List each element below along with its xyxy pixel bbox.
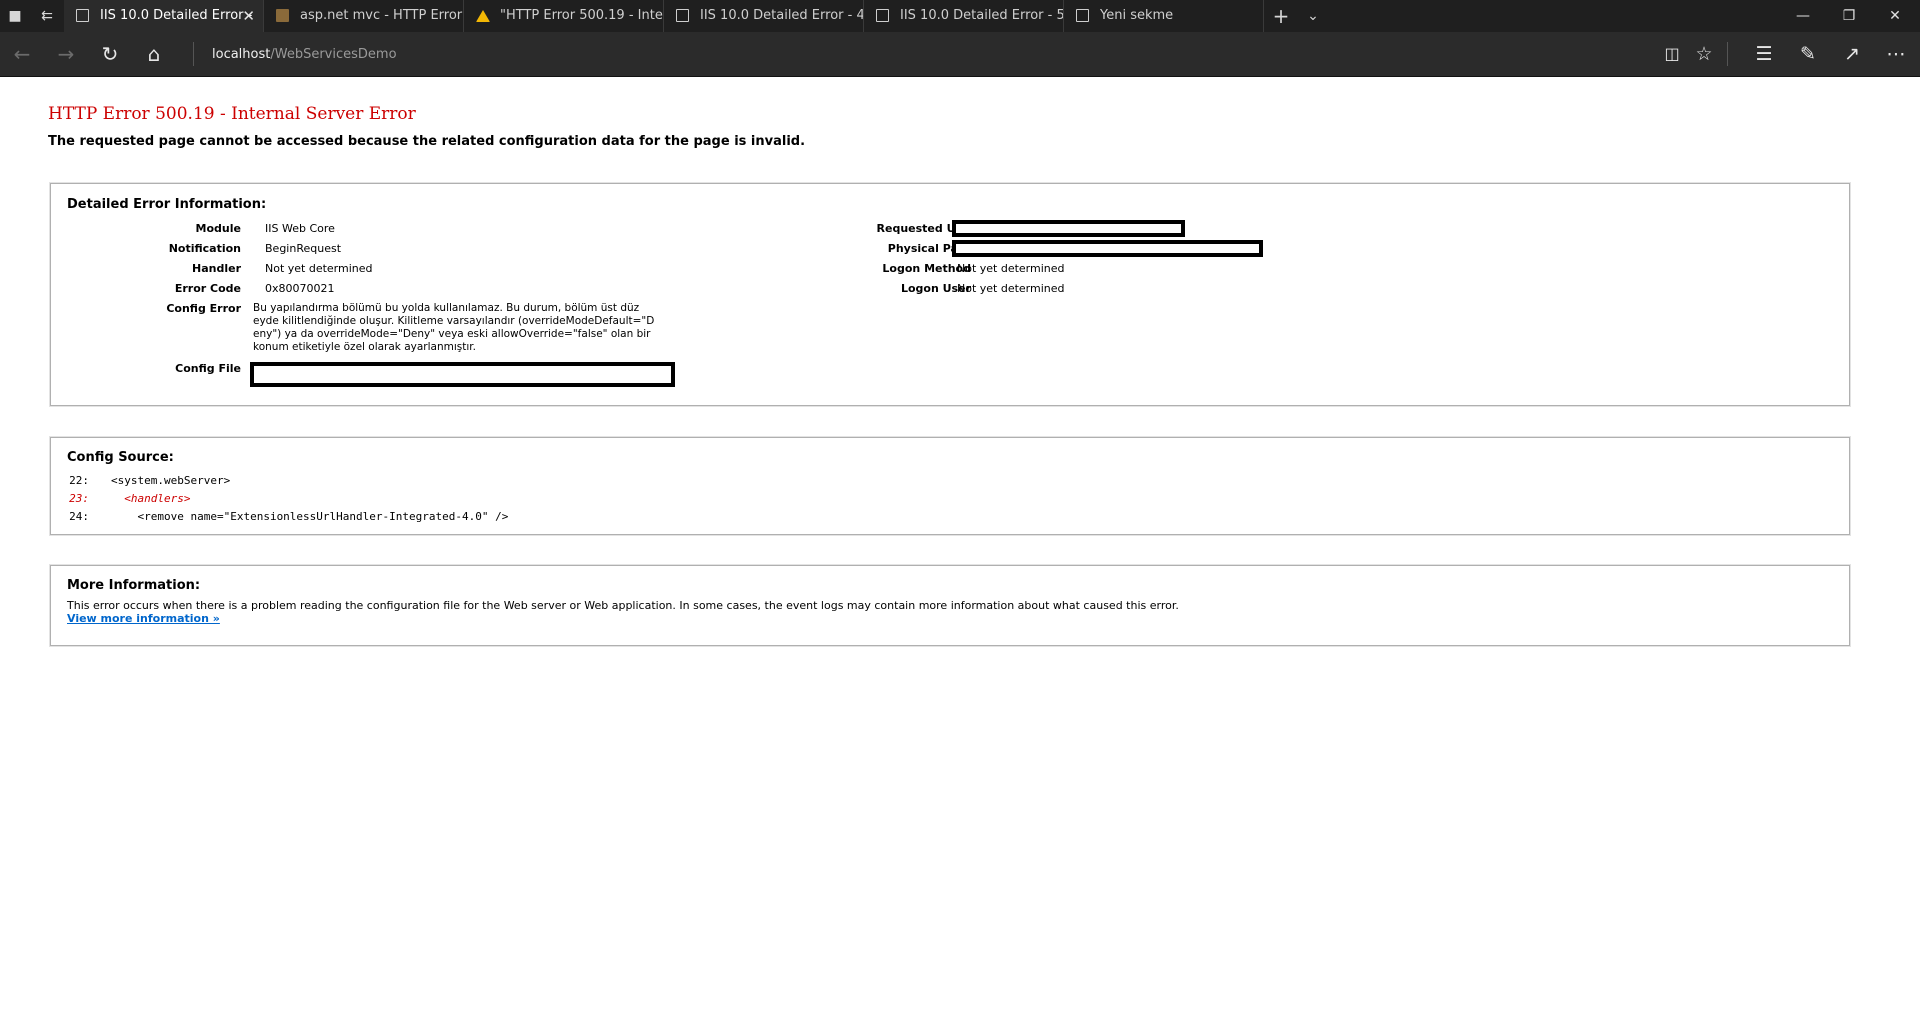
config-file-label: Config File (175, 362, 241, 375)
notification-value: BeginRequest (265, 242, 342, 255)
detail-heading: Detailed Error Information: (67, 197, 267, 212)
tab-title: Yeni sekme (1100, 8, 1174, 23)
line-code: <remove name="ExtensionlessUrlHandler-In… (111, 510, 509, 523)
newtab-icon (1076, 9, 1089, 22)
physical-path-redaction (952, 240, 1263, 257)
address-bar[interactable]: localhost/WebServicesDemo (212, 44, 397, 66)
hub-icon[interactable]: ☰ (1748, 38, 1780, 70)
config-file-redaction (250, 362, 675, 387)
config-error-line-3: eny") ya da overrideMode="Deny" veya esk… (253, 328, 651, 340)
close-tab-icon[interactable]: ✕ (242, 0, 255, 32)
config-error-line-2: eyde kilitlendiğinde oluşur. Kilitleme v… (253, 315, 655, 327)
page-icon (876, 9, 889, 22)
minimize-icon[interactable]: — (1780, 0, 1826, 32)
error-code-value: 0x80070021 (265, 282, 335, 295)
config-error-line-1: Bu yapılandırma bölümü bu yolda kullanıl… (253, 302, 640, 314)
tab-iis-403[interactable]: IIS 10.0 Detailed Error - 403 (664, 0, 864, 32)
divider (193, 42, 194, 66)
page-icon (676, 9, 689, 22)
logon-method-label: Logon Method (882, 262, 971, 275)
reading-view-icon[interactable]: ◫ (1656, 38, 1688, 70)
handler-value: Not yet determined (265, 262, 373, 275)
logon-user-label: Logon User (900, 282, 971, 295)
page-content: HTTP Error 500.19 - Internal Server Erro… (0, 77, 1920, 1024)
notification-label: Notification (168, 242, 241, 255)
detailed-error-box: Detailed Error Information: Module IIS W… (50, 183, 1850, 406)
address-path: /WebServicesDemo (270, 47, 397, 62)
config-error-label: Config Error (166, 302, 241, 315)
tab-aspnet-mvc[interactable]: asp.net mvc - HTTP Error 50 (264, 0, 464, 32)
requested-url-label: Requested URL (876, 222, 971, 235)
logon-method-value: Not yet determined (957, 262, 1065, 275)
more-info-text: This error occurs when there is a proble… (67, 599, 1179, 612)
view-more-information-link[interactable]: View more information » (67, 612, 220, 625)
more-options-icon[interactable]: ⋯ (1880, 38, 1912, 70)
error-code-label: Error Code (174, 282, 241, 295)
refresh-icon[interactable]: ↻ (94, 38, 126, 70)
more-info-heading: More Information: (67, 578, 201, 593)
handler-label: Handler (192, 262, 241, 275)
page-icon (76, 9, 89, 22)
tab-title: asp.net mvc - HTTP Error 50 (300, 8, 463, 23)
line-number: 23: (69, 492, 89, 505)
tab-preview-chevron-icon[interactable]: ⌄ (1296, 0, 1330, 32)
requested-url-redaction (952, 220, 1185, 237)
tab-bar: ■ ⇇ IIS 10.0 Detailed Error - ✕ asp.net … (0, 0, 1920, 32)
more-information-box: More Information: This error occurs when… (50, 565, 1850, 646)
logon-user-value: Not yet determined (957, 282, 1065, 295)
line-code: <handlers> (111, 492, 191, 505)
tab-iis-detailed-error[interactable]: IIS 10.0 Detailed Error - ✕ (64, 0, 264, 32)
line-code: <system.webServer> (111, 474, 231, 487)
tab-http-error-search[interactable]: "HTTP Error 500.19 - Interna (464, 0, 664, 32)
source-line-24: 24: <remove name="ExtensionlessUrlHandle… (67, 510, 508, 523)
tab-iis-500[interactable]: IIS 10.0 Detailed Error - 500 (864, 0, 1064, 32)
back-arrow-icon[interactable]: ← (6, 38, 38, 70)
stackoverflow-icon (276, 9, 289, 22)
address-host: localhost (212, 47, 271, 62)
tab-title: "HTTP Error 500.19 - Interna (500, 8, 663, 23)
page-title: HTTP Error 500.19 - Internal Server Erro… (48, 104, 416, 124)
tab-title: IIS 10.0 Detailed Error - 500 (900, 8, 1064, 23)
source-line-23: 23: <handlers> (67, 492, 190, 505)
tab-new-tab[interactable]: Yeni sekme (1064, 0, 1264, 32)
forward-arrow-icon[interactable]: → (50, 38, 82, 70)
new-tab-plus-icon[interactable]: + (1264, 0, 1298, 32)
page-subtitle: The requested page cannot be accessed be… (48, 134, 806, 149)
module-label: Module (195, 222, 241, 235)
tab-title: IIS 10.0 Detailed Error - 403 (700, 8, 864, 23)
home-icon[interactable]: ⌂ (138, 38, 170, 70)
favorite-star-icon[interactable]: ☆ (1688, 38, 1720, 70)
restore-icon[interactable]: ❐ (1826, 0, 1872, 32)
drive-icon (476, 10, 490, 22)
set-aside-tabs-icon[interactable]: ⇇ (32, 0, 62, 32)
source-line-22: 22: <system.webServer> (67, 474, 230, 487)
tab-title: IIS 10.0 Detailed Error - (100, 8, 253, 23)
web-note-pen-icon[interactable]: ✎ (1792, 38, 1824, 70)
config-error-line-4: konum etiketiyle özel olarak ayarlanmışt… (253, 341, 476, 353)
config-source-box: Config Source: 22: <system.webServer> 23:… (50, 437, 1850, 535)
module-value: IIS Web Core (265, 222, 335, 235)
share-icon[interactable]: ↗ (1836, 38, 1868, 70)
physical-path-label: Physical Path (887, 242, 971, 255)
tab-menu-icon[interactable]: ■ (0, 0, 30, 32)
divider (1727, 42, 1728, 66)
line-number: 22: (69, 474, 89, 487)
line-number: 24: (69, 510, 89, 523)
config-source-heading: Config Source: (67, 450, 174, 465)
close-window-icon[interactable]: ✕ (1872, 0, 1918, 32)
